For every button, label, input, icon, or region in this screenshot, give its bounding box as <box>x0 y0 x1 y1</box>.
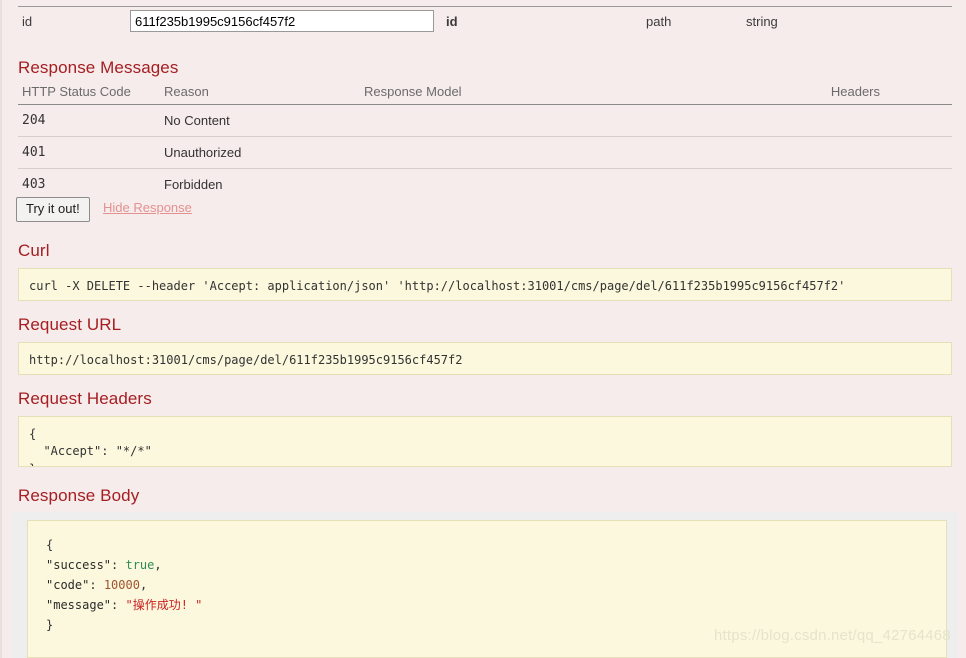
table-row: 403 Forbidden <box>18 169 952 200</box>
table-row: 204 No Content <box>18 105 952 137</box>
parameter-name: id <box>22 14 33 29</box>
curl-title: Curl <box>18 241 50 260</box>
status-code: 204 <box>22 113 46 128</box>
csdn-watermark: https://blog.csdn.net/qq_42764468 <box>714 627 951 644</box>
parameter-row: id id path string <box>18 7 952 43</box>
response-messages-title: Response Messages <box>18 58 179 77</box>
status-code: 401 <box>22 145 46 160</box>
request-url-block: http://localhost:31001/cms/page/del/611f… <box>18 342 952 375</box>
response-body-title: Response Body <box>18 486 140 505</box>
json-open-brace: { <box>46 538 54 552</box>
status-reason: Unauthorized <box>164 145 242 160</box>
status-reason: No Content <box>164 113 230 128</box>
column-header-reason: Reason <box>164 84 209 99</box>
status-code: 403 <box>22 177 46 192</box>
json-separator: : <box>111 558 126 572</box>
request-url-title: Request URL <box>18 315 122 334</box>
request-headers-block: { "Accept": "*/*" } <box>18 416 952 467</box>
response-messages-table: HTTP Status Code Reason Response Model H… <box>18 82 952 200</box>
request-headers-title: Request Headers <box>18 389 152 408</box>
column-header-response-model: Response Model <box>364 84 462 99</box>
json-comma: , <box>139 578 148 592</box>
json-value: true <box>125 558 155 572</box>
json-separator: : <box>89 578 104 592</box>
table-row: 401 Unauthorized <box>18 137 952 169</box>
json-key: "code" <box>46 578 90 592</box>
try-it-out-button[interactable]: Try it out! <box>16 197 90 223</box>
response-messages-header: HTTP Status Code Reason Response Model H… <box>18 82 952 105</box>
json-key: "message" <box>46 598 112 612</box>
json-value: 10000 <box>103 578 140 592</box>
status-reason: Forbidden <box>164 177 223 192</box>
column-header-headers: Headers <box>830 84 880 99</box>
hide-response-link[interactable]: Hide Response <box>103 200 192 215</box>
parameter-data-type: string <box>746 14 778 29</box>
column-header-status-code: HTTP Status Code <box>22 84 131 99</box>
parameter-type: path <box>646 14 672 29</box>
json-close-brace: } <box>46 618 54 632</box>
parameter-description: id <box>446 14 458 29</box>
json-key: "success" <box>46 558 112 572</box>
json-comma: , <box>154 558 162 572</box>
curl-command-block: curl -X DELETE --header 'Accept: applica… <box>18 268 952 301</box>
json-value: "操作成功! " <box>125 598 203 612</box>
json-separator: : <box>111 598 126 612</box>
swagger-operation-panel: id id path string Response Messages HTTP… <box>0 0 966 658</box>
parameter-value-input[interactable] <box>130 10 434 32</box>
